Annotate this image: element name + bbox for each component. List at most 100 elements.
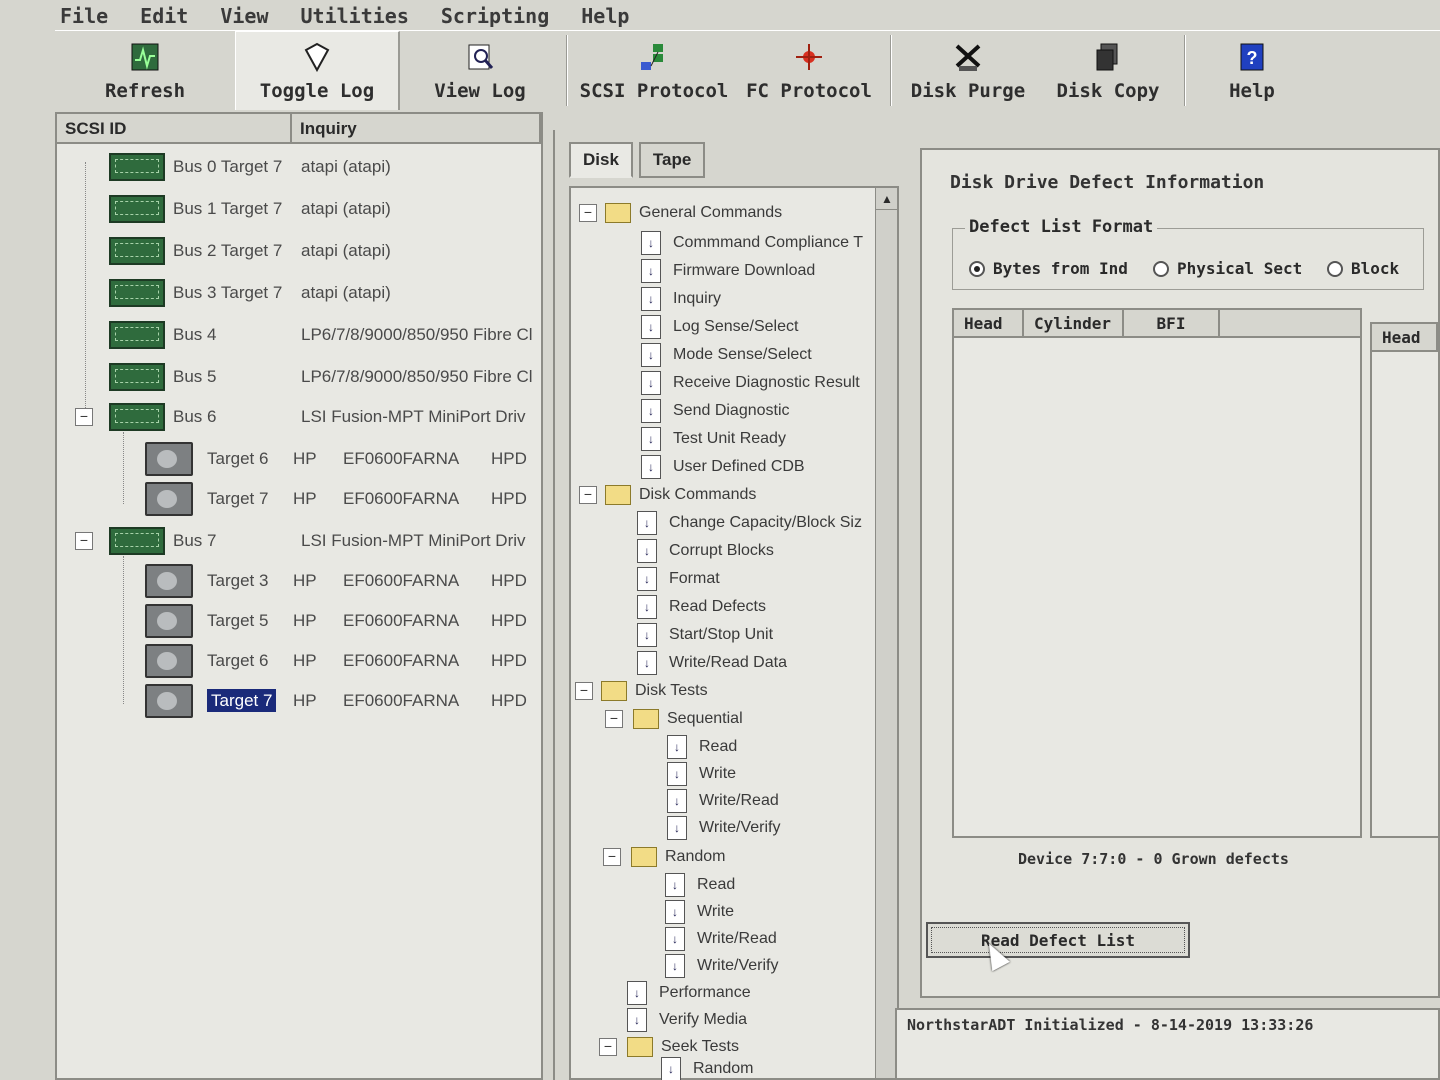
tree-bus-0[interactable]: Bus 0 Target 7 atapi (atapi) xyxy=(109,148,391,186)
radio-bytes-from-index[interactable]: Bytes from Ind xyxy=(969,259,1128,278)
node-start-stop-unit[interactable]: ↓ Start/Stop Unit xyxy=(637,622,773,648)
tree-bus-2[interactable]: Bus 2 Target 7 atapi (atapi) xyxy=(109,232,391,270)
node-inquiry[interactable]: ↓ Inquiry xyxy=(641,286,721,312)
fc-protocol-icon xyxy=(792,40,826,74)
node-sequential[interactable]: Sequential xyxy=(633,706,743,732)
command-doc-icon: ↓ xyxy=(641,371,661,395)
refresh-button[interactable]: Refresh xyxy=(55,31,235,110)
col-head[interactable]: Head xyxy=(954,310,1024,336)
node-user-defined-cdb[interactable]: ↓ User Defined CDB xyxy=(641,454,805,480)
tree-bus6-target-7[interactable]: Target 7 HP EF0600FARNA HPD xyxy=(145,480,527,518)
node-disk-tests[interactable]: Disk Tests xyxy=(601,678,708,704)
node-mode-sense[interactable]: ↓ Mode Sense/Select xyxy=(641,342,812,368)
tab-tape[interactable]: Tape xyxy=(638,142,706,178)
folder-icon xyxy=(605,485,631,505)
command-doc-icon: ↓ xyxy=(661,1057,681,1080)
toggle-log-button[interactable]: Toggle Log xyxy=(235,31,400,110)
vertical-scrollbar[interactable]: ▲ xyxy=(875,188,898,1078)
node-send-diagnostic[interactable]: ↓ Send Diagnostic xyxy=(641,398,790,424)
node-write-read-data[interactable]: ↓ Write/Read Data xyxy=(637,650,787,676)
tree-bus-4[interactable]: Bus 4 LP6/7/8/9000/850/950 Fibre Cl xyxy=(109,316,533,354)
tree-bus-3[interactable]: Bus 3 Target 7 atapi (atapi) xyxy=(109,274,391,312)
collapse-sequential[interactable]: − xyxy=(605,710,623,728)
collapse-seek-tests[interactable]: − xyxy=(599,1038,617,1056)
node-verify-media[interactable]: ↓ Verify Media xyxy=(627,1007,747,1033)
node-change-capacity[interactable]: ↓ Change Capacity/Block Siz xyxy=(637,510,862,536)
col-inquiry[interactable]: Inquiry xyxy=(292,114,541,142)
radio-physical-sector[interactable]: Physical Sect xyxy=(1153,259,1302,278)
tree-bus-7[interactable]: Bus 7 LSI Fusion-MPT MiniPort Driv xyxy=(109,522,526,560)
menu-scripting[interactable]: Scripting xyxy=(441,4,549,28)
menu-view[interactable]: View xyxy=(220,4,268,28)
node-disk-commands[interactable]: Disk Commands xyxy=(605,482,756,508)
node-general-commands[interactable]: General Commands xyxy=(605,200,782,226)
collapse-bus-6[interactable]: − xyxy=(75,408,93,426)
node-format[interactable]: ↓ Format xyxy=(637,566,720,592)
col-scsi-id[interactable]: SCSI ID xyxy=(57,114,292,142)
defect-info-title: Disk Drive Defect Information xyxy=(950,172,1265,193)
tab-disk[interactable]: Disk xyxy=(569,142,633,178)
node-firmware-download[interactable]: ↓ Firmware Download xyxy=(641,258,815,284)
tree-bus-5[interactable]: Bus 5 LP6/7/8/9000/850/950 Fibre Cl xyxy=(109,358,533,396)
radio-unselected-icon xyxy=(1153,260,1169,277)
col-bfi[interactable]: BFI xyxy=(1124,310,1220,336)
help-button[interactable]: ? Help xyxy=(1192,31,1312,110)
menu-help[interactable]: Help xyxy=(581,4,629,28)
node-seq-write-read[interactable]: ↓ Write/Read xyxy=(667,788,779,814)
node-seek-random[interactable]: ↓ Random xyxy=(661,1056,753,1080)
col-head-2[interactable]: Head xyxy=(1372,324,1438,350)
tree-bus7-target-6[interactable]: Target 6 HP EF0600FARNA HPD xyxy=(145,642,527,680)
node-seq-read[interactable]: ↓ Read xyxy=(667,734,737,760)
node-read-defects[interactable]: ↓ Read Defects xyxy=(637,594,766,620)
bus-card-icon xyxy=(109,237,165,265)
refresh-icon xyxy=(128,40,162,74)
collapse-random[interactable]: − xyxy=(603,848,621,866)
disk-purge-icon xyxy=(951,40,985,74)
defect-list-table[interactable]: Head Cylinder BFI xyxy=(952,308,1362,838)
node-rand-write[interactable]: ↓ Write xyxy=(665,899,734,925)
collapse-bus-7[interactable]: − xyxy=(75,532,93,550)
tree-bus-6[interactable]: Bus 6 LSI Fusion-MPT MiniPort Driv xyxy=(109,398,526,436)
tree-bus7-target-7-selected[interactable]: Target 7 HP EF0600FARNA HPD xyxy=(145,682,527,720)
disk-purge-button[interactable]: Disk Purge xyxy=(898,31,1038,110)
command-doc-icon: ↓ xyxy=(637,595,657,619)
scroll-up-icon[interactable]: ▲ xyxy=(876,188,898,210)
node-seq-write[interactable]: ↓ Write xyxy=(667,761,736,787)
read-defect-list-button[interactable]: Read Defect List xyxy=(926,922,1190,958)
scsi-protocol-button[interactable]: SCSI Protocol xyxy=(574,31,734,110)
hard-disk-icon xyxy=(145,564,193,598)
radio-block[interactable]: Block xyxy=(1327,259,1399,278)
defect-list-format-label: Defect List Format xyxy=(965,217,1158,237)
node-performance[interactable]: ↓ Performance xyxy=(627,980,751,1006)
node-rand-read[interactable]: ↓ Read xyxy=(665,872,735,898)
command-tree[interactable]: ▲ − General Commands ↓ Commmand Complianc… xyxy=(569,186,899,1080)
tree-bus-1[interactable]: Bus 1 Target 7 atapi (atapi) xyxy=(109,190,391,228)
menu-utilities[interactable]: Utilities xyxy=(301,4,409,28)
tree-bus6-target-6[interactable]: Target 6 HP EF0600FARNA HPD xyxy=(145,440,527,478)
node-rand-write-read[interactable]: ↓ Write/Read xyxy=(665,926,777,952)
node-seq-write-verify[interactable]: ↓ Write/Verify xyxy=(667,815,781,841)
command-doc-icon: ↓ xyxy=(637,651,657,675)
tree-bus7-target-3[interactable]: Target 3 HP EF0600FARNA HPD xyxy=(145,562,527,600)
tree-bus7-target-5[interactable]: Target 5 HP EF0600FARNA HPD xyxy=(145,602,527,640)
node-command-compliance[interactable]: ↓ Commmand Compliance T xyxy=(641,230,863,256)
node-log-sense[interactable]: ↓ Log Sense/Select xyxy=(641,314,798,340)
fc-protocol-button[interactable]: FC Protocol xyxy=(734,31,884,110)
disk-copy-button[interactable]: Disk Copy xyxy=(1038,31,1178,110)
secondary-defect-table[interactable]: Head xyxy=(1370,322,1440,838)
node-test-unit-ready[interactable]: ↓ Test Unit Ready xyxy=(641,426,786,452)
node-corrupt-blocks[interactable]: ↓ Corrupt Blocks xyxy=(637,538,774,564)
menu-file[interactable]: File xyxy=(60,4,108,28)
collapse-disk-tests[interactable]: − xyxy=(575,682,593,700)
command-doc-icon: ↓ xyxy=(641,399,661,423)
col-cylinder[interactable]: Cylinder xyxy=(1024,310,1124,336)
menu-edit[interactable]: Edit xyxy=(140,4,188,28)
node-receive-diagnostic[interactable]: ↓ Receive Diagnostic Result xyxy=(641,370,860,396)
command-doc-icon: ↓ xyxy=(641,315,661,339)
node-rand-write-verify[interactable]: ↓ Write/Verify xyxy=(665,953,779,979)
svg-text:?: ? xyxy=(1247,48,1258,68)
node-random[interactable]: Random xyxy=(631,844,725,870)
collapse-general[interactable]: − xyxy=(579,204,597,222)
view-log-button[interactable]: View Log xyxy=(400,31,560,110)
collapse-disk-commands[interactable]: − xyxy=(579,486,597,504)
